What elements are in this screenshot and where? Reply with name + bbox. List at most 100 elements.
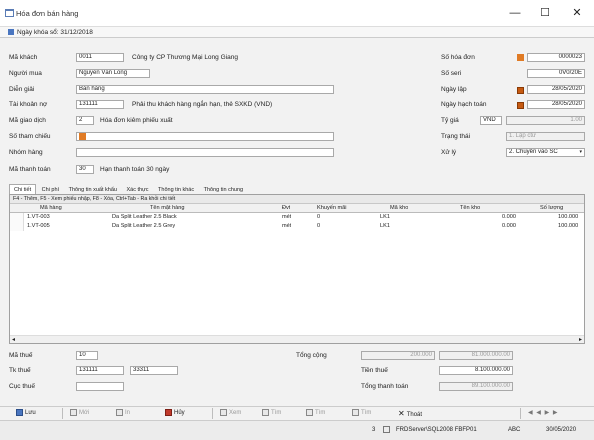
buyer-label: Người mua	[9, 70, 42, 77]
cell-quantity[interactable]: 100.000	[558, 222, 578, 231]
tax-account-2-input[interactable]: 33311	[130, 366, 178, 375]
exchange-rate-input[interactable]: 1.00	[506, 116, 585, 125]
table-row[interactable]: 1.VT-005 Da Split Leather 2.5 Grey mét 0…	[10, 222, 584, 231]
cell-item-name[interactable]: Da Split Leather 2.5 Grey	[112, 222, 175, 231]
grand-total: 89.100.000.00	[439, 382, 513, 391]
save-button[interactable]: Lưu	[16, 409, 36, 418]
cell-warehouse-name[interactable]: 0.000	[502, 222, 516, 231]
process-select[interactable]: 2. Chuyển vào SC ▾	[506, 148, 585, 157]
invoice-number-label: Số hóa đơn	[441, 54, 475, 61]
new-icon	[70, 409, 77, 416]
cancel-button[interactable]: Hủy	[165, 409, 185, 418]
calendar-icon[interactable]	[517, 87, 524, 94]
buyer-input[interactable]: Nguyễn Văn Long	[76, 69, 150, 78]
product-group-input[interactable]	[76, 148, 334, 157]
tax-code-input[interactable]: 10	[76, 351, 98, 360]
exit-button[interactable]: ✕ Thoát	[398, 409, 422, 418]
col-unit[interactable]: Đvt	[282, 204, 290, 213]
view-button[interactable]: Xem	[220, 409, 241, 418]
tax-code-label: Mã thuế	[9, 352, 33, 359]
cell-promotion[interactable]: 0	[317, 213, 320, 222]
find-button[interactable]: Tìm	[262, 409, 281, 418]
status-select[interactable]: 1. Lập ctừ	[506, 132, 585, 141]
lookup-icon[interactable]	[79, 133, 86, 140]
lock-date-text: Ngày khóa sổ: 31/12/2018	[17, 29, 93, 36]
col-quantity[interactable]: Số lượng	[540, 204, 563, 213]
find-icon	[262, 409, 269, 416]
tax-office-input[interactable]	[76, 382, 124, 391]
status-date: 30/05/2020	[546, 427, 577, 433]
col-warehouse-name[interactable]: Tên kho	[460, 204, 480, 213]
col-warehouse-code[interactable]: Mã kho	[390, 204, 408, 213]
col-item-code[interactable]: Mã hàng	[40, 204, 62, 213]
total-amount: 81.000.000.00	[439, 351, 513, 360]
lookup-button[interactable]: Tìm	[352, 409, 371, 418]
issue-date-input[interactable]: 28/05/2020	[527, 85, 585, 94]
reference-input[interactable]	[76, 132, 334, 141]
tab-details[interactable]: Chi tiết	[9, 184, 37, 194]
tax-account-label: Tk thuế	[9, 367, 31, 374]
payment-code-input[interactable]: 30	[76, 165, 94, 174]
new-button[interactable]: Mới	[70, 409, 89, 418]
tax-office-label: Cục thuế	[9, 383, 36, 390]
customer-code-label: Mã khách	[9, 54, 38, 61]
cell-unit[interactable]: mét	[282, 222, 291, 231]
search-button[interactable]: Tìm	[306, 409, 325, 418]
posting-date-input[interactable]: 28/05/2020	[527, 100, 585, 109]
cancel-icon	[165, 409, 172, 416]
print-button[interactable]: In	[116, 409, 130, 418]
issue-date-label: Ngày lập	[441, 86, 467, 93]
invoice-number-input[interactable]: 0000023	[527, 53, 585, 62]
cell-promotion[interactable]: 0	[317, 222, 320, 231]
cell-warehouse-code[interactable]: LK1	[380, 222, 390, 231]
cell-warehouse-code[interactable]: LK1	[380, 213, 390, 222]
transaction-code-label: Mã giao dịch	[9, 117, 46, 124]
title-bar: Hóa đơn bán hàng — ☐ ✕	[0, 0, 594, 27]
cell-quantity[interactable]: 100.000	[558, 213, 578, 222]
cell-item-name[interactable]: Da Split Leather 2.5 Black	[112, 213, 177, 222]
debit-account-desc: Phải thu khách hàng ngắn hạn, thẻ SXKD (…	[132, 101, 273, 108]
server-name: FRDServer\SQL2008 FBFP01	[396, 427, 477, 433]
debit-account-input[interactable]: 131111	[76, 100, 124, 109]
debit-account-label: Tài khoản nợ	[9, 101, 48, 108]
cell-item-code[interactable]: 1.VT-003	[27, 213, 50, 222]
app-icon	[5, 9, 14, 17]
calendar-icon[interactable]	[517, 102, 524, 109]
serial-input[interactable]: 0V0/20E	[527, 69, 585, 78]
tax-account-input[interactable]: 131111	[76, 366, 124, 375]
action-toolbar: Lưu Mới In Hủy Xem Tìm Tìm Tìm ✕ Thoát ◀ …	[0, 406, 594, 419]
lock-icon	[8, 29, 14, 36]
total-label: Tổng cộng	[296, 352, 327, 359]
horizontal-scrollbar[interactable]: ◂ ▸	[10, 335, 584, 343]
cell-item-code[interactable]: 1.VT-005	[27, 222, 50, 231]
lookup-icon	[352, 409, 359, 416]
maximize-button[interactable]: ☐	[530, 5, 560, 22]
customer-code-input[interactable]: 0011	[76, 53, 124, 62]
currency-input[interactable]: VND	[480, 116, 502, 125]
grid-header: Mã hàng Tên mặt hàng Đvt Khuyến mãi Mã k…	[10, 204, 584, 213]
tax-amount-input[interactable]: 8.100.000.00	[439, 366, 513, 375]
record-count: 3	[372, 427, 376, 433]
table-row[interactable]: 1.VT-003 Da Split Leather 2.5 Black mét …	[10, 213, 584, 222]
save-icon	[16, 409, 23, 416]
cell-warehouse-name[interactable]: 0.000	[502, 213, 516, 222]
minimize-button[interactable]: —	[500, 5, 530, 22]
print-icon	[116, 409, 123, 416]
transaction-code-input[interactable]: 2	[76, 116, 94, 125]
close-button[interactable]: ✕	[562, 5, 592, 22]
input-mode: ABC	[508, 427, 521, 433]
description-input[interactable]: Bán hàng	[76, 85, 334, 94]
description-label: Diễn giải	[9, 86, 35, 93]
tax-amount-label: Tiền thuế	[361, 367, 388, 374]
record-navigation[interactable]: ◀ ◀ ▶ ▶	[528, 409, 558, 418]
payment-code-label: Mã thanh toán	[9, 166, 51, 173]
window-title: Hóa đơn bán hàng	[16, 9, 79, 18]
search-icon	[306, 409, 313, 416]
cell-unit[interactable]: mét	[282, 213, 291, 222]
scroll-left-icon[interactable]: ◂	[12, 336, 15, 343]
close-icon: ✕	[398, 409, 405, 418]
serial-label: Số seri	[441, 70, 462, 77]
col-promotion[interactable]: Khuyến mãi	[317, 204, 347, 213]
col-item-name[interactable]: Tên mặt hàng	[150, 204, 185, 213]
scroll-right-icon[interactable]: ▸	[579, 336, 582, 343]
